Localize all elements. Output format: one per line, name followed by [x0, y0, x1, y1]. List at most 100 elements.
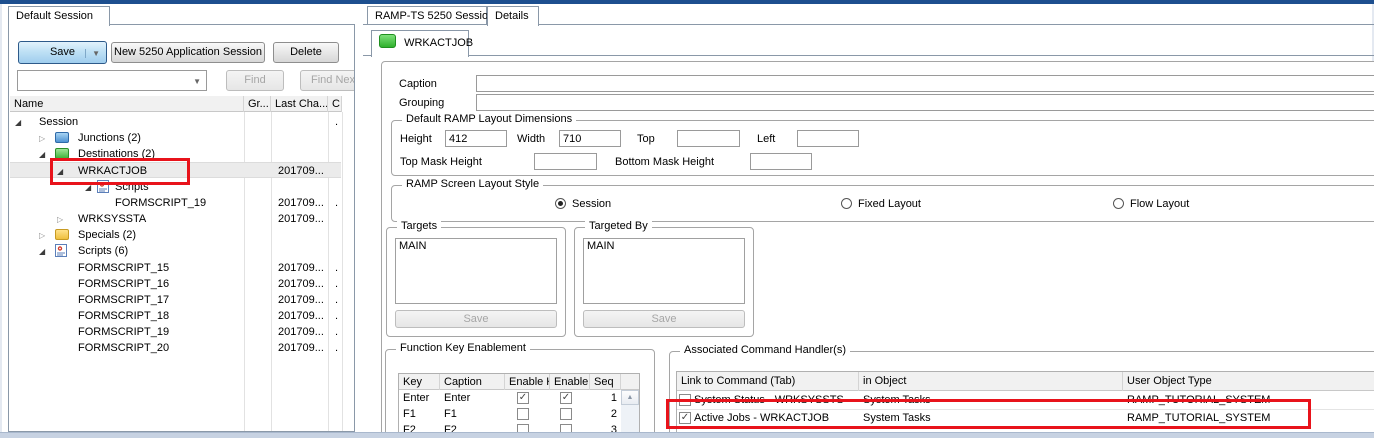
scroll-up-icon[interactable]: ▲ — [621, 390, 639, 405]
fk-col-seq[interactable]: Seq — [590, 374, 621, 390]
tree-item-last-changed: 201709... — [278, 195, 324, 211]
expander-expanded-icon[interactable]: ◢ — [39, 147, 45, 163]
fk-col-caption[interactable]: Caption — [440, 374, 505, 390]
tree-item-label: Junctions (2) — [78, 130, 141, 146]
tree-item-formscript-15[interactable]: FORMSCRIPT_15 201709... . — [10, 260, 341, 276]
expander-collapsed-icon[interactable]: ▷ — [39, 131, 45, 147]
fk-key: Enter — [399, 390, 440, 406]
tree-item-last-changed: 201709... — [278, 308, 324, 324]
tree-item-label: Scripts (6) — [78, 243, 128, 259]
window-left-border — [0, 4, 2, 438]
tree-item-formscript-19[interactable]: FORMSCRIPT_19 201709... . — [10, 195, 341, 211]
tab-object-wrkactjob[interactable]: WRKACTJOB — [371, 30, 469, 57]
tab-ramp-ts-session[interactable]: RAMP-TS 5250 Session — [367, 6, 487, 25]
tab-details[interactable]: Details — [487, 6, 539, 26]
radio-fixed-layout[interactable] — [841, 198, 852, 209]
tree-column-name[interactable]: Name — [10, 96, 244, 112]
caption-label: Caption — [399, 78, 437, 90]
tree-item-formscript-16[interactable]: FORMSCRIPT_16 201709... . — [10, 276, 341, 292]
radio-session[interactable] — [555, 198, 566, 209]
ch-col-object[interactable]: in Object — [859, 372, 1123, 391]
targets-save-label: Save — [463, 313, 488, 325]
tree-item-c: . — [335, 308, 338, 324]
find-combobox[interactable]: ▼ — [17, 70, 207, 91]
radio-flow-layout[interactable] — [1113, 198, 1124, 209]
tree-item-specials[interactable]: ▷ Specials (2) — [10, 227, 341, 243]
save-dropdown-icon[interactable]: ▼ — [85, 49, 100, 58]
delete-button[interactable]: Delete — [273, 42, 339, 63]
layout-style-group: RAMP Screen Layout Style Session Fixed L… — [391, 185, 1374, 222]
function-keys-table: Key Caption Enable K Enable Seq Enter En… — [398, 373, 640, 437]
fk-scrollbar[interactable]: ▲ — [621, 390, 639, 436]
tree-item-junctions[interactable]: ▷ Junctions (2) — [10, 130, 341, 146]
targets-save-button[interactable]: Save — [395, 310, 557, 328]
expander-collapsed-icon[interactable]: ▷ — [39, 228, 45, 244]
top-input[interactable] — [677, 130, 740, 147]
checkbox-checked-icon[interactable]: ✓ — [560, 392, 572, 404]
expander-expanded-icon[interactable]: ◢ — [39, 244, 45, 260]
tree-item-formscript-17[interactable]: FORMSCRIPT_17 201709... . — [10, 292, 341, 308]
bottom-mask-height-input[interactable] — [750, 153, 812, 170]
tree-column-group[interactable]: Gr... — [244, 96, 271, 112]
left-input[interactable] — [797, 130, 859, 147]
ch-col-link[interactable]: Link to Command (Tab) — [677, 372, 859, 391]
grouping-label: Grouping — [399, 97, 444, 109]
radio-session-label[interactable]: Session — [572, 198, 611, 210]
top-mask-height-input[interactable] — [534, 153, 597, 170]
tree-item-session[interactable]: ◢ Session . — [10, 114, 341, 130]
function-keys-group: Function Key Enablement Key Caption Enab… — [385, 349, 655, 438]
tree-item-wrksyssta[interactable]: ▷ WRKSYSSTA 201709... — [10, 211, 341, 227]
tree-item-formscript-19b[interactable]: FORMSCRIPT_19 201709... . — [10, 324, 341, 340]
tree-item-last-changed: 201709... — [278, 163, 324, 179]
tree-column-c[interactable]: C — [328, 96, 342, 112]
caption-input[interactable] — [476, 75, 1374, 92]
width-input[interactable] — [559, 130, 621, 147]
checkbox-unchecked-icon[interactable] — [560, 408, 572, 420]
expander-expanded-icon[interactable]: ◢ — [15, 115, 21, 131]
tree-item-formscript-18[interactable]: FORMSCRIPT_18 201709... . — [10, 308, 341, 324]
table-row[interactable]: F1 F1 2 — [399, 406, 621, 422]
fk-col-key[interactable]: Key — [399, 374, 440, 390]
targets-item[interactable]: MAIN — [399, 240, 427, 252]
radio-fixed-layout-label[interactable]: Fixed Layout — [858, 198, 921, 210]
tree-item-c: . — [335, 260, 338, 276]
left-label: Left — [757, 133, 775, 145]
table-row[interactable]: Enter Enter ✓ ✓ 1 — [399, 390, 621, 406]
tree-column-last-changed[interactable]: Last Cha... — [271, 96, 328, 112]
top-label: Top — [637, 133, 655, 145]
tree-item-label: FORMSCRIPT_18 — [78, 308, 169, 324]
find-next-button[interactable]: Find Nex — [300, 70, 355, 91]
tree-item-last-changed: 201709... — [278, 340, 324, 356]
targeted-by-group: Targeted By MAIN Save — [574, 227, 754, 337]
window-bottom-border — [0, 432, 1374, 438]
expander-collapsed-icon[interactable]: ▷ — [57, 212, 63, 228]
radio-flow-layout-label[interactable]: Flow Layout — [1130, 198, 1189, 210]
save-button-label: Save — [50, 46, 75, 58]
tree-item-scripts-6[interactable]: ◢ Scripts (6) — [10, 243, 341, 259]
combobox-dropdown-icon[interactable]: ▼ — [193, 77, 201, 86]
tree-item-formscript-20[interactable]: FORMSCRIPT_20 201709... . — [10, 340, 341, 356]
ch-col-type[interactable]: User Object Type — [1123, 372, 1374, 391]
tree-item-label: Specials (2) — [78, 227, 136, 243]
function-keys-group-title: Function Key Enablement — [396, 342, 530, 354]
grouping-input[interactable] — [476, 94, 1374, 111]
checkbox-checked-icon[interactable]: ✓ — [517, 392, 529, 404]
fk-caption: F1 — [440, 406, 505, 422]
new-5250-session-button[interactable]: New 5250 Application Session — [111, 42, 265, 63]
targeted-by-listbox[interactable]: MAIN — [583, 238, 745, 304]
checkbox-unchecked-icon[interactable] — [517, 408, 529, 420]
tab-default-session[interactable]: Default Session — [8, 6, 110, 26]
height-input[interactable] — [445, 130, 507, 147]
targeted-by-save-button[interactable]: Save — [583, 310, 745, 328]
tree-item-last-changed: 201709... — [278, 292, 324, 308]
tree-item-label: FORMSCRIPT_19 — [115, 195, 206, 211]
fk-col-scroll — [621, 374, 639, 390]
find-button[interactable]: Find — [226, 70, 284, 91]
tree-item-last-changed: 201709... — [278, 260, 324, 276]
targets-listbox[interactable]: MAIN — [395, 238, 557, 304]
highlight-box-wrkactjob-tree — [50, 158, 190, 185]
targeted-by-item[interactable]: MAIN — [587, 240, 615, 252]
fk-col-enable1[interactable]: Enable K — [505, 374, 550, 390]
save-button[interactable]: Save ▼ — [18, 41, 107, 64]
fk-col-enable2[interactable]: Enable — [550, 374, 590, 390]
